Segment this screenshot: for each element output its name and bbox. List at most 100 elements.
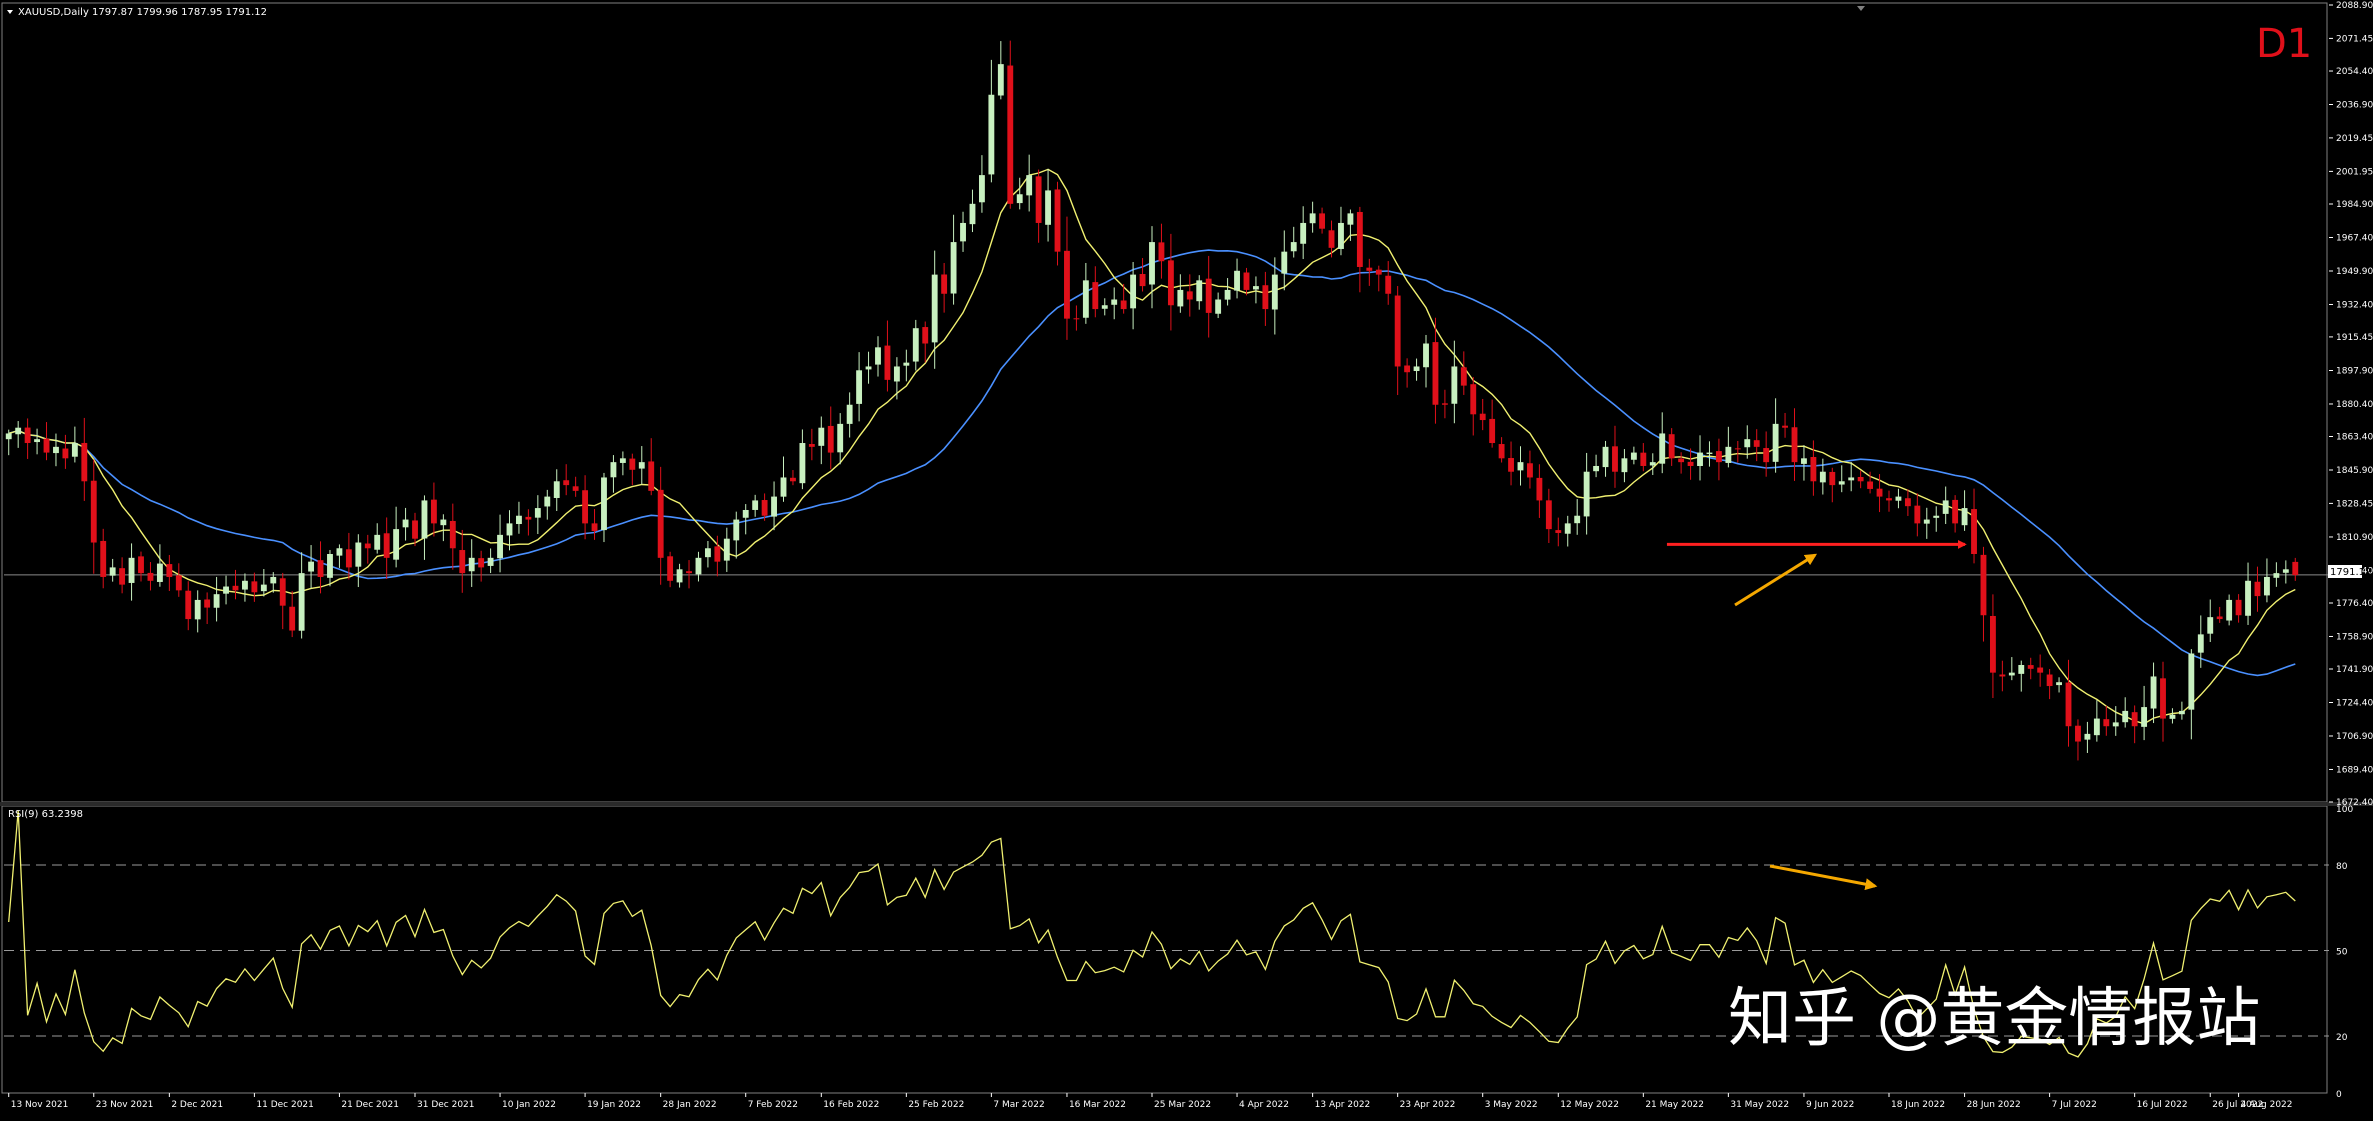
- candle-body: [71, 443, 78, 457]
- candle-body: [1394, 295, 1401, 367]
- candle-body: [742, 509, 749, 518]
- candle-body: [1375, 269, 1382, 275]
- candle-body: [1810, 457, 1817, 482]
- candle-body: [1649, 462, 1656, 466]
- candle-body: [865, 366, 872, 370]
- candle-body: [1593, 465, 1600, 472]
- candle-body: [1045, 190, 1051, 225]
- candle-body: [1186, 291, 1193, 300]
- candle-body: [619, 458, 626, 463]
- candle-body: [1952, 499, 1959, 524]
- candle-body: [5, 433, 12, 440]
- candle-body: [1366, 267, 1373, 271]
- candle-body: [1545, 500, 1552, 530]
- time-tick-label: 23 Nov 2021: [96, 1100, 154, 1110]
- candle-body: [2056, 682, 2062, 686]
- time-tick-label: 7 Jul 2022: [2052, 1100, 2097, 1110]
- price-tick-label: 2036.90: [2336, 101, 2373, 111]
- candle-body: [1678, 458, 1685, 463]
- candle-body: [1829, 471, 1836, 486]
- time-tick-label: 7 Mar 2022: [993, 1100, 1044, 1110]
- candle-body: [1470, 384, 1477, 415]
- candle-body: [941, 274, 948, 294]
- candle-body: [1555, 530, 1562, 533]
- candle-body: [1158, 242, 1165, 262]
- time-tick-label: 25 Mar 2022: [1154, 1100, 1211, 1110]
- candle-body: [1479, 413, 1486, 421]
- candle-body: [1527, 463, 1533, 478]
- candle-body: [1385, 275, 1392, 294]
- candle-body: [1319, 213, 1326, 229]
- candle-body: [1668, 434, 1675, 459]
- candle-body: [1517, 462, 1524, 471]
- candle-body: [704, 548, 711, 558]
- candle-body: [1423, 343, 1429, 368]
- candle-body: [1621, 458, 1628, 473]
- candle-body: [2245, 580, 2251, 616]
- candle-body: [1054, 189, 1061, 252]
- time-tick-label: 10 Jan 2022: [502, 1100, 556, 1110]
- candle-body: [903, 362, 910, 366]
- time-tick-label: 16 Feb 2022: [823, 1100, 879, 1110]
- candle-body: [1026, 175, 1033, 196]
- candle-body: [1734, 448, 1741, 450]
- candle-body: [1630, 452, 1637, 460]
- candle-body: [1904, 498, 1911, 507]
- candle-body: [516, 515, 522, 525]
- candle-body: [1016, 194, 1023, 204]
- price-tick-label: 1706.90: [2336, 732, 2373, 742]
- time-tick-label: 9 Jun 2022: [1806, 1100, 1854, 1110]
- candle-body: [109, 567, 116, 576]
- candle-body: [2235, 599, 2242, 616]
- time-tick-label: 7 Feb 2022: [748, 1100, 798, 1110]
- candle-body: [1338, 222, 1344, 249]
- time-tick-label: 13 Apr 2022: [1315, 1100, 1371, 1110]
- price-tick-label: 1776.40: [2336, 599, 2373, 609]
- candle-body: [912, 328, 919, 362]
- candle-body: [166, 564, 173, 577]
- price-tick-label: 1915.45: [2336, 333, 2373, 343]
- price-tick-label: 1741.90: [2336, 665, 2373, 675]
- time-tick-label: 11 Dec 2021: [256, 1100, 314, 1110]
- candle-body: [2018, 664, 2025, 674]
- price-tick-label: 2001.95: [2336, 167, 2373, 177]
- candle-body: [733, 519, 740, 541]
- candle-body: [1082, 280, 1089, 318]
- candle-body: [2075, 725, 2081, 742]
- candle-body: [752, 500, 759, 510]
- candle-body: [1876, 488, 1883, 497]
- candle-body: [1101, 305, 1108, 309]
- candle-body: [1404, 365, 1411, 373]
- chart-svg: 2088.90 2071.45 2054.40 2036.90 2019.45 2001.…: [0, 0, 2373, 1116]
- candle-body: [2226, 599, 2233, 621]
- candle-body: [449, 520, 456, 549]
- rsi-tick-label: 100: [2336, 805, 2353, 815]
- price-tick-label: 1810.90: [2336, 533, 2373, 543]
- candle-body: [525, 516, 532, 520]
- candle-body: [2112, 722, 2119, 727]
- candle-body: [629, 458, 636, 470]
- price-tick-label: 1984.90: [2336, 200, 2373, 210]
- candle-body: [1139, 274, 1146, 287]
- candle-body: [978, 175, 985, 203]
- candle-body: [638, 462, 645, 469]
- candle-body: [1073, 318, 1080, 320]
- candle-body: [478, 558, 485, 568]
- price-tick-label: 2088.90: [2336, 1, 2373, 11]
- candle-body: [2160, 678, 2166, 719]
- candle-body: [1942, 500, 1949, 514]
- candle-body: [1508, 458, 1514, 472]
- candle-body: [1659, 433, 1666, 464]
- candle-body: [1271, 274, 1278, 310]
- time-tick-label: 18 Jun 2022: [1891, 1100, 1945, 1110]
- candle-body: [1961, 508, 1968, 526]
- candle-body: [780, 477, 787, 497]
- candle-body: [534, 508, 541, 518]
- candle-body: [2150, 676, 2157, 709]
- candle-body: [374, 534, 381, 550]
- candle-body: [2207, 617, 2214, 634]
- candle-body: [1857, 476, 1864, 482]
- time-tick-label: 25 Feb 2022: [908, 1100, 964, 1110]
- candle-body: [723, 538, 730, 561]
- candle-body: [1989, 615, 1996, 673]
